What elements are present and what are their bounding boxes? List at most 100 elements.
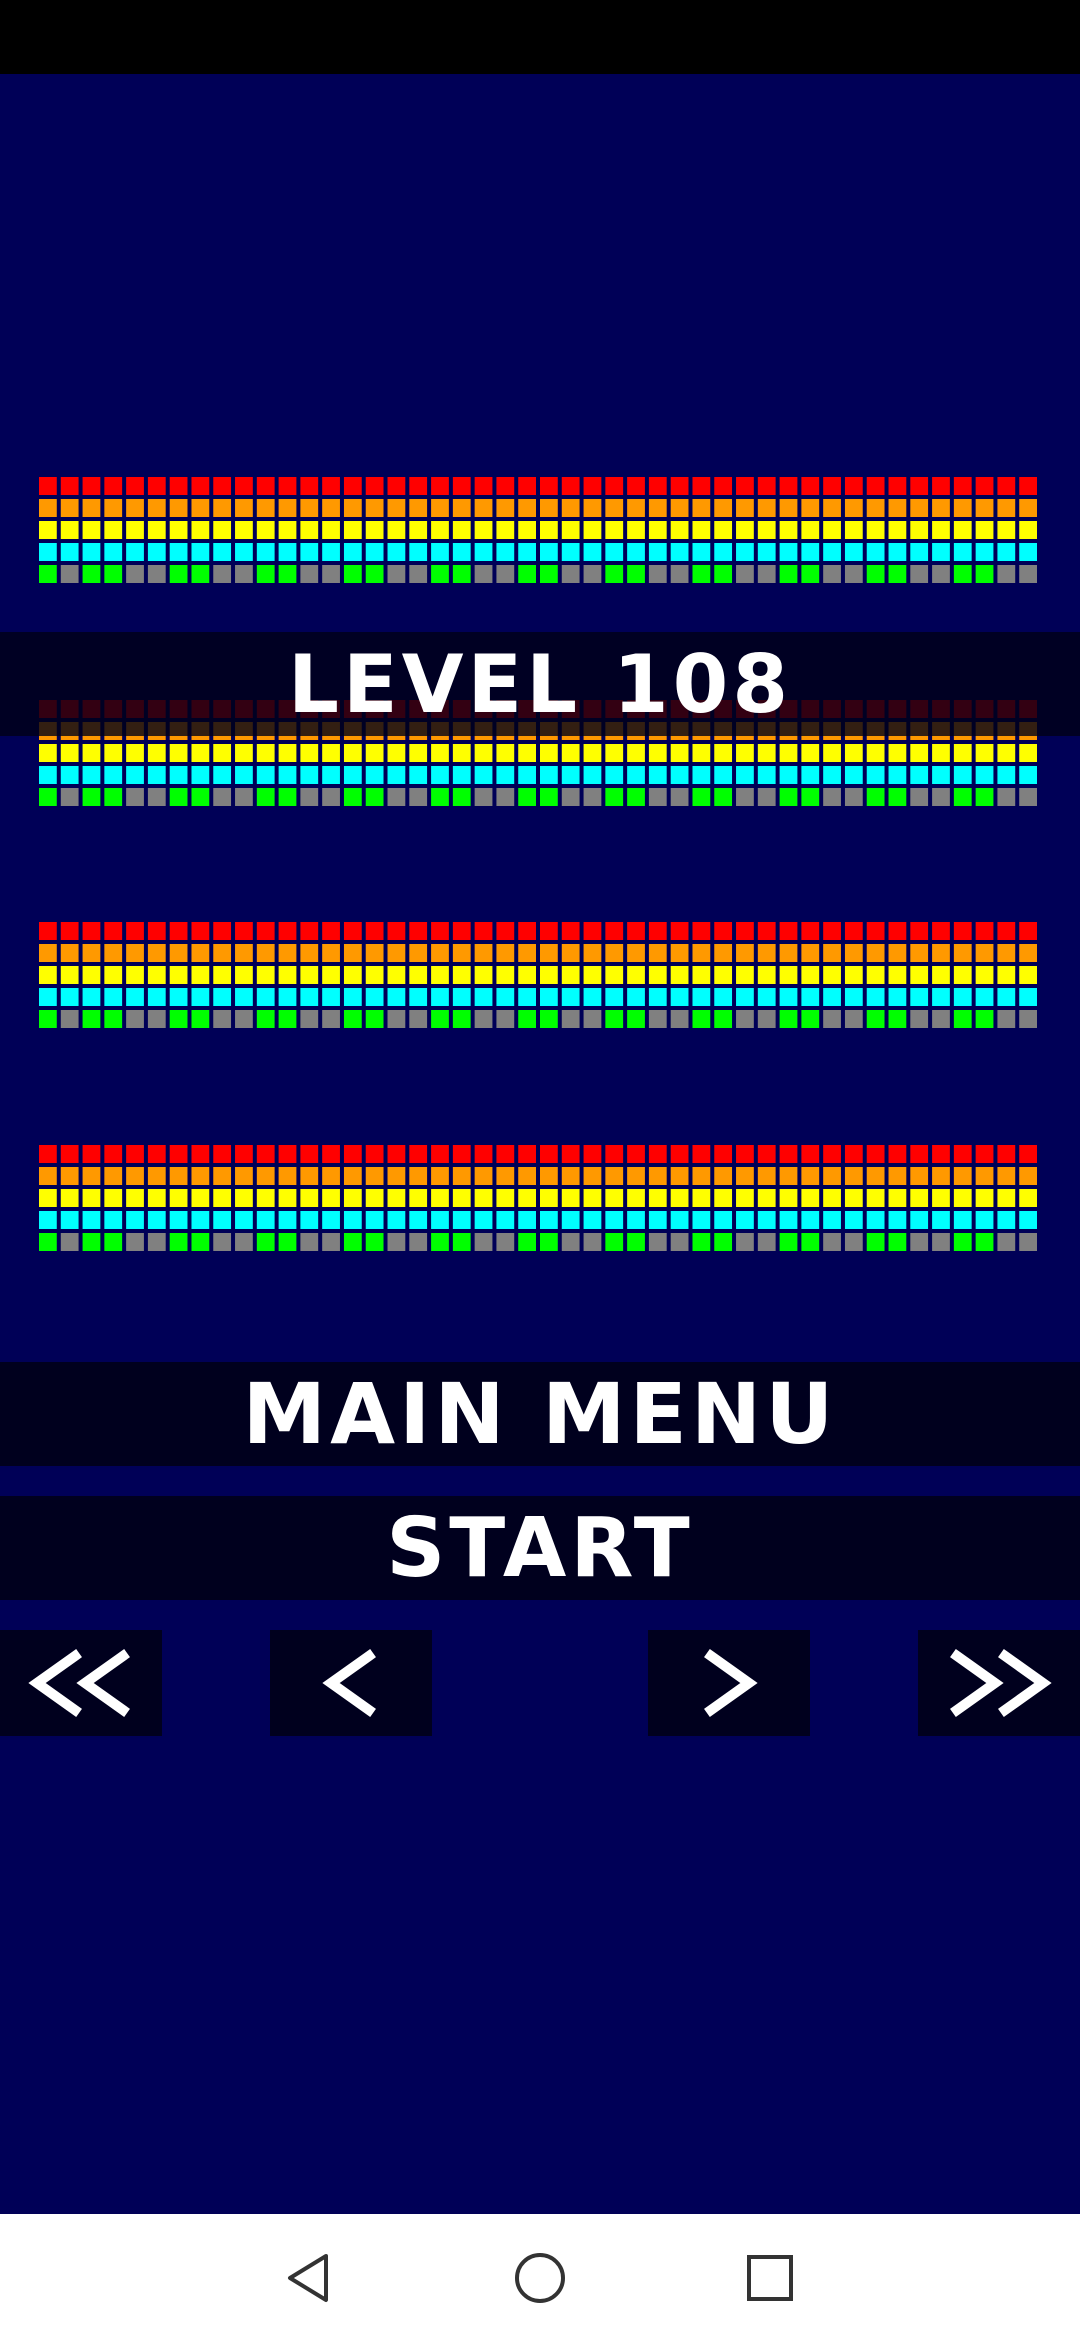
main-menu-button[interactable]: MAIN MENU [0,1362,1080,1466]
brick [910,922,929,940]
first-level-button[interactable] [0,1630,162,1736]
brick [518,1233,536,1251]
brick [496,477,515,495]
brick [844,565,863,583]
brick [583,988,602,1006]
brick [60,1167,79,1185]
brick [866,521,885,539]
brick [997,788,1016,806]
brick [583,521,602,539]
brick [932,1189,950,1207]
brick [169,543,188,561]
brick [692,966,711,984]
system-back-button[interactable] [268,2238,348,2318]
brick [888,565,907,583]
brick [235,744,253,762]
brick [409,521,428,539]
brick [888,944,907,962]
brick [844,766,863,784]
brick [82,944,101,962]
brick [213,922,232,940]
brick [60,565,79,583]
brick [779,565,798,583]
brick [975,788,994,806]
brick [692,1010,711,1028]
brick [953,744,972,762]
brick [779,944,798,962]
brick [191,477,210,495]
brick [518,521,536,539]
brick [692,922,711,940]
brick [39,1189,57,1207]
brick [147,565,166,583]
brick [452,1145,471,1163]
start-button[interactable]: START [0,1496,1080,1600]
brick [518,1010,536,1028]
next-level-button[interactable] [648,1630,810,1736]
brick [343,988,362,1006]
brick [343,966,362,984]
brick [235,521,253,539]
brick [191,1189,210,1207]
brick [561,1189,580,1207]
brick [757,521,776,539]
brick [365,1010,384,1028]
brick [322,988,340,1006]
brick [169,1010,188,1028]
brick [975,988,994,1006]
brick [648,1167,667,1185]
brick [104,944,123,962]
system-home-button[interactable] [500,2238,580,2318]
chevron-right-icon [704,1649,758,1717]
brick [975,1145,994,1163]
last-level-button[interactable] [918,1630,1080,1736]
brick [104,744,123,762]
brick [518,966,536,984]
brick [583,744,602,762]
brick [605,1010,624,1028]
brick [452,944,471,962]
brick [953,1010,972,1028]
brick [953,499,972,517]
brick [932,1167,950,1185]
brick [431,543,449,561]
brick [910,788,929,806]
brick [343,788,362,806]
brick [191,922,210,940]
brick [692,521,711,539]
brick [409,1233,428,1251]
brick [975,565,994,583]
brick [932,543,950,561]
brick [343,1189,362,1207]
brick [104,1145,123,1163]
brick [60,499,79,517]
brick [431,1010,449,1028]
brick [235,1189,253,1207]
brick [692,1145,711,1163]
brick [627,744,645,762]
brick [627,1189,645,1207]
system-recents-button[interactable] [730,2238,810,2318]
double-chevron-left-icon [28,1649,130,1717]
brick [235,922,253,940]
brick [888,744,907,762]
brick [343,1167,362,1185]
brick [474,788,493,806]
start-label: START [386,1500,694,1596]
brick [104,766,123,784]
brick [235,1233,253,1251]
brick [235,1145,253,1163]
brick [365,521,384,539]
brick [866,1233,885,1251]
brick [431,521,449,539]
brick [736,922,754,940]
brick [39,1233,57,1251]
brick [714,1189,733,1207]
previous-level-button[interactable] [270,1630,432,1736]
brick [496,1211,515,1229]
brick [431,499,449,517]
brick [714,1167,733,1185]
brick [757,543,776,561]
brick [692,565,711,583]
brick [169,966,188,984]
